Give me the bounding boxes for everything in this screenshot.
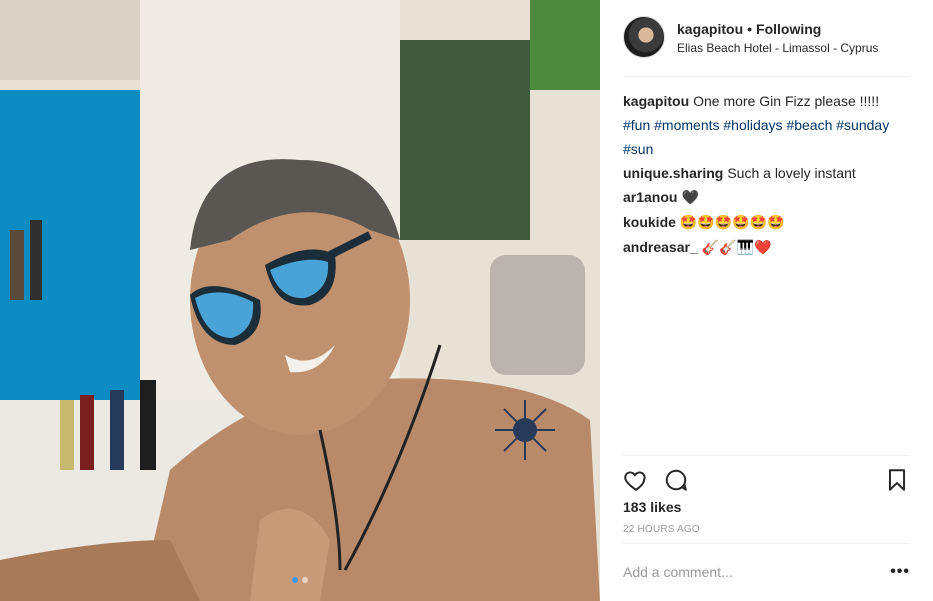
post-timestamp[interactable]: 22 HOURS AGO: [623, 524, 700, 535]
more-options-icon[interactable]: •••: [890, 563, 910, 581]
carousel-dot-active: [292, 577, 298, 583]
hashtag-link[interactable]: #sun: [623, 141, 653, 157]
comments-list: kagapitou One more Gin Fizz please !!!!! …: [623, 89, 910, 260]
follow-status-button[interactable]: Following: [756, 21, 821, 37]
photo-illustration: [0, 0, 600, 601]
comment-text: 🖤: [681, 190, 699, 206]
hashtag-link[interactable]: #beach: [786, 117, 832, 133]
post-header: kagapitou • Following Elias Beach Hotel - …: [623, 16, 910, 77]
comment-text: 🤩🤩🤩🤩🤩🤩: [679, 215, 785, 231]
separator: •: [747, 21, 753, 37]
hashtag-link[interactable]: #moments: [654, 117, 719, 133]
comment-username[interactable]: andreasar_: [623, 239, 698, 255]
caption-comment: kagapitou One more Gin Fizz please !!!!! …: [623, 89, 910, 161]
comment-username[interactable]: ar1anou: [623, 189, 677, 205]
comment-username[interactable]: unique.sharing: [623, 165, 723, 181]
avatar[interactable]: [623, 16, 665, 58]
post-photo[interactable]: [0, 0, 600, 601]
comment: unique.sharing Such a lovely instant: [623, 161, 910, 185]
likes-count[interactable]: 183 likes: [623, 499, 681, 515]
add-comment-bar: •••: [623, 543, 910, 600]
comment-text: One more Gin Fizz please !!!!!: [693, 93, 880, 109]
comment-input[interactable]: [623, 564, 891, 580]
location-link[interactable]: Elias Beach Hotel - Limassol - Cyprus: [677, 40, 878, 56]
author-username[interactable]: kagapitou: [677, 21, 743, 37]
comment: ar1anou 🖤: [623, 185, 910, 210]
carousel-indicator: [0, 577, 600, 583]
post-side-panel: kagapitou • Following Elias Beach Hotel - …: [600, 0, 933, 601]
comment-bubble-icon[interactable]: [663, 467, 689, 493]
hashtag-link[interactable]: #sunday: [836, 117, 889, 133]
comment: koukide 🤩🤩🤩🤩🤩🤩: [623, 210, 910, 235]
comment-username[interactable]: kagapitou: [623, 93, 689, 109]
hashtag-link[interactable]: #holidays: [723, 117, 782, 133]
hashtag-link[interactable]: #fun: [623, 117, 650, 133]
comment-text: Such a lovely instant: [727, 165, 856, 181]
carousel-dot: [302, 577, 308, 583]
bookmark-icon[interactable]: [884, 467, 910, 493]
header-text: kagapitou • Following Elias Beach Hotel - …: [677, 20, 878, 56]
post-actions: [623, 455, 910, 503]
comment-username[interactable]: koukide: [623, 214, 676, 230]
username-row: kagapitou • Following: [677, 20, 878, 38]
comment-text: 🎸🎸🎹❤️: [701, 240, 772, 256]
comment: andreasar_ 🎸🎸🎹❤️: [623, 235, 910, 260]
heart-icon[interactable]: [623, 467, 649, 493]
